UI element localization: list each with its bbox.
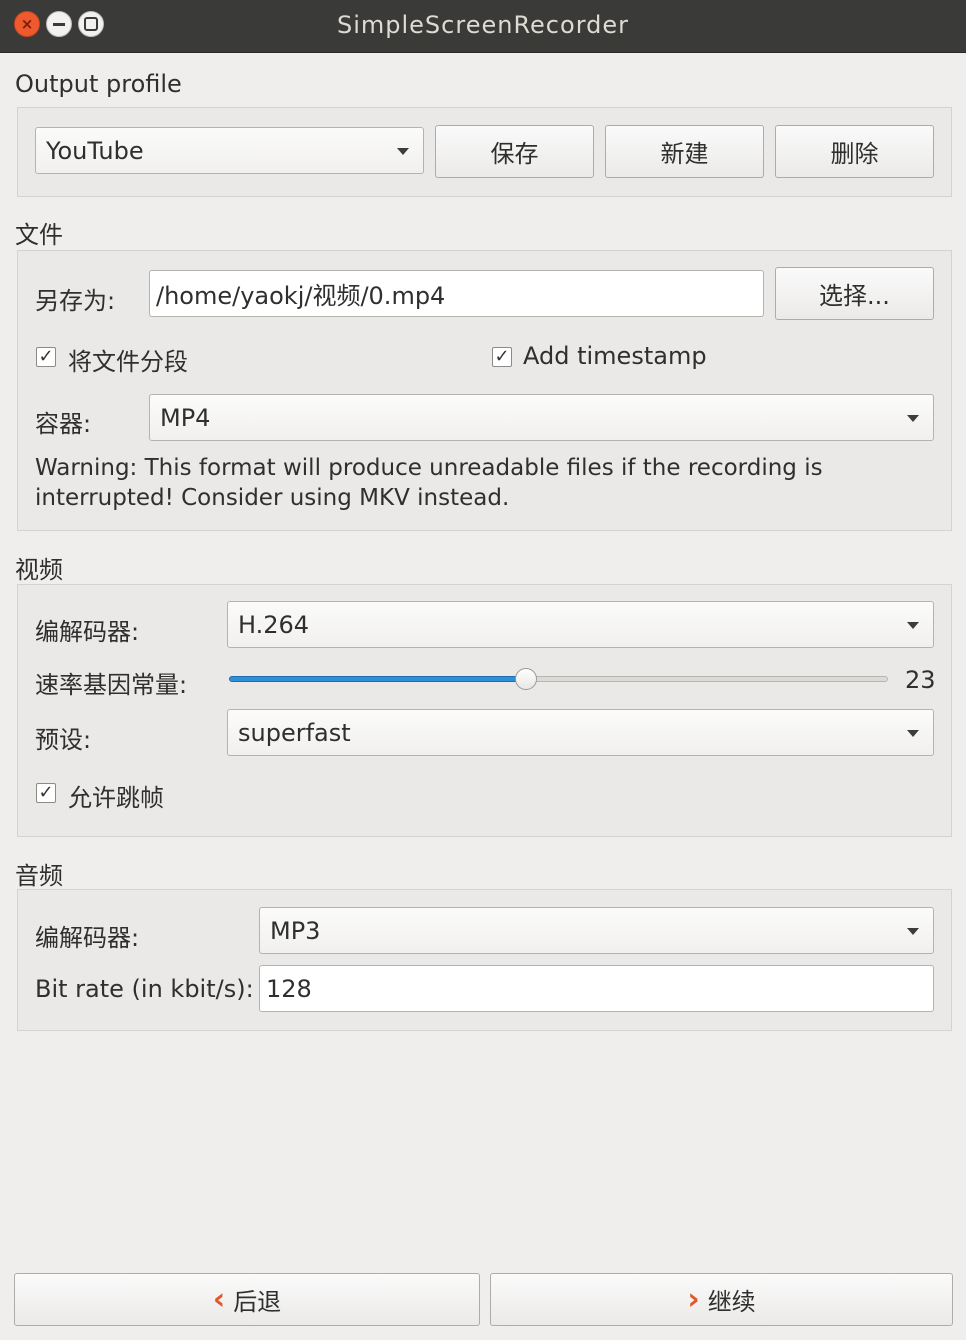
output-profile-group: YouTube 保存 新建 删除	[17, 107, 952, 197]
crf-label: 速率基因常量:	[35, 671, 188, 699]
preset-label: 预设:	[35, 726, 92, 754]
audio-heading: 音频	[15, 862, 63, 890]
chevron-down-icon	[397, 147, 409, 155]
video-codec-select[interactable]: H.264	[227, 601, 934, 648]
video-heading: 视频	[15, 556, 63, 584]
video-codec-value: H.264	[238, 610, 310, 639]
add-timestamp-checkbox[interactable]: ✓	[492, 347, 512, 367]
continue-button[interactable]: › 继续	[490, 1273, 953, 1326]
profile-new-button[interactable]: 新建	[605, 125, 764, 178]
profile-delete-button[interactable]: 删除	[775, 125, 934, 178]
save-path-input[interactable]: /home/yaokj/视频/0.mp4	[149, 270, 764, 317]
bitrate-input[interactable]: 128	[259, 965, 934, 1012]
audio-codec-select[interactable]: MP3	[259, 907, 934, 954]
check-icon: ✓	[38, 346, 54, 367]
crf-slider-fill	[229, 676, 526, 682]
back-button-label: 后退	[233, 1288, 282, 1316]
profile-save-button[interactable]: 保存	[435, 125, 594, 178]
profile-select-value: YouTube	[46, 136, 144, 165]
preset-select[interactable]: superfast	[227, 709, 934, 756]
browse-button[interactable]: 选择...	[775, 267, 934, 320]
profile-select[interactable]: YouTube	[35, 127, 424, 174]
crf-slider-handle[interactable]	[515, 668, 537, 690]
file-group: 另存为: /home/yaokj/视频/0.mp4 选择... ✓ 将文件分段 …	[17, 250, 952, 531]
chevron-down-icon	[907, 414, 919, 422]
chevron-down-icon	[907, 621, 919, 629]
output-profile-heading: Output profile	[15, 70, 182, 98]
video-codec-label: 编解码器:	[35, 618, 140, 646]
window-title: SimpleScreenRecorder	[336, 11, 629, 39]
chevron-left-icon: ‹	[212, 1281, 226, 1317]
container-warning: Warning: This format will produce unread…	[35, 455, 823, 511]
split-file-checkbox[interactable]: ✓	[36, 347, 56, 367]
save-path-value: /home/yaokj/视频/0.mp4	[156, 282, 446, 310]
save-as-label: 另存为:	[35, 287, 116, 315]
allow-frame-skip-label: 允许跳帧	[68, 784, 164, 812]
crf-value: 23	[905, 666, 936, 694]
split-file-label: 将文件分段	[68, 348, 188, 376]
crf-slider[interactable]	[229, 665, 888, 695]
chevron-down-icon	[907, 927, 919, 935]
continue-button-label: 继续	[707, 1288, 756, 1316]
crf-slider-track	[526, 676, 888, 682]
preset-select-value: superfast	[238, 718, 351, 747]
container-select[interactable]: MP4	[149, 394, 934, 441]
audio-group: 编解码器: MP3 Bit rate (in kbit/s): 128	[17, 889, 952, 1031]
back-button[interactable]: ‹ 后退	[14, 1273, 480, 1326]
chevron-down-icon	[907, 729, 919, 737]
file-heading: 文件	[15, 221, 63, 249]
check-icon: ✓	[38, 782, 54, 803]
chevron-right-icon: ›	[687, 1281, 700, 1317]
bitrate-label: Bit rate (in kbit/s):	[35, 975, 254, 1003]
check-icon: ✓	[494, 346, 510, 367]
audio-codec-value: MP3	[270, 916, 321, 945]
bitrate-value: 128	[266, 974, 312, 1003]
allow-frame-skip-checkbox[interactable]: ✓	[36, 783, 56, 803]
video-group: 编解码器: H.264 速率基因常量: 23 预设: superfast ✓ 允…	[17, 584, 952, 837]
add-timestamp-label: Add timestamp	[523, 342, 707, 370]
container-select-value: MP4	[160, 403, 211, 432]
audio-codec-label: 编解码器:	[35, 924, 140, 952]
window-titlebar: × SimpleScreenRecorder	[0, 0, 966, 53]
container-label: 容器:	[35, 410, 92, 438]
